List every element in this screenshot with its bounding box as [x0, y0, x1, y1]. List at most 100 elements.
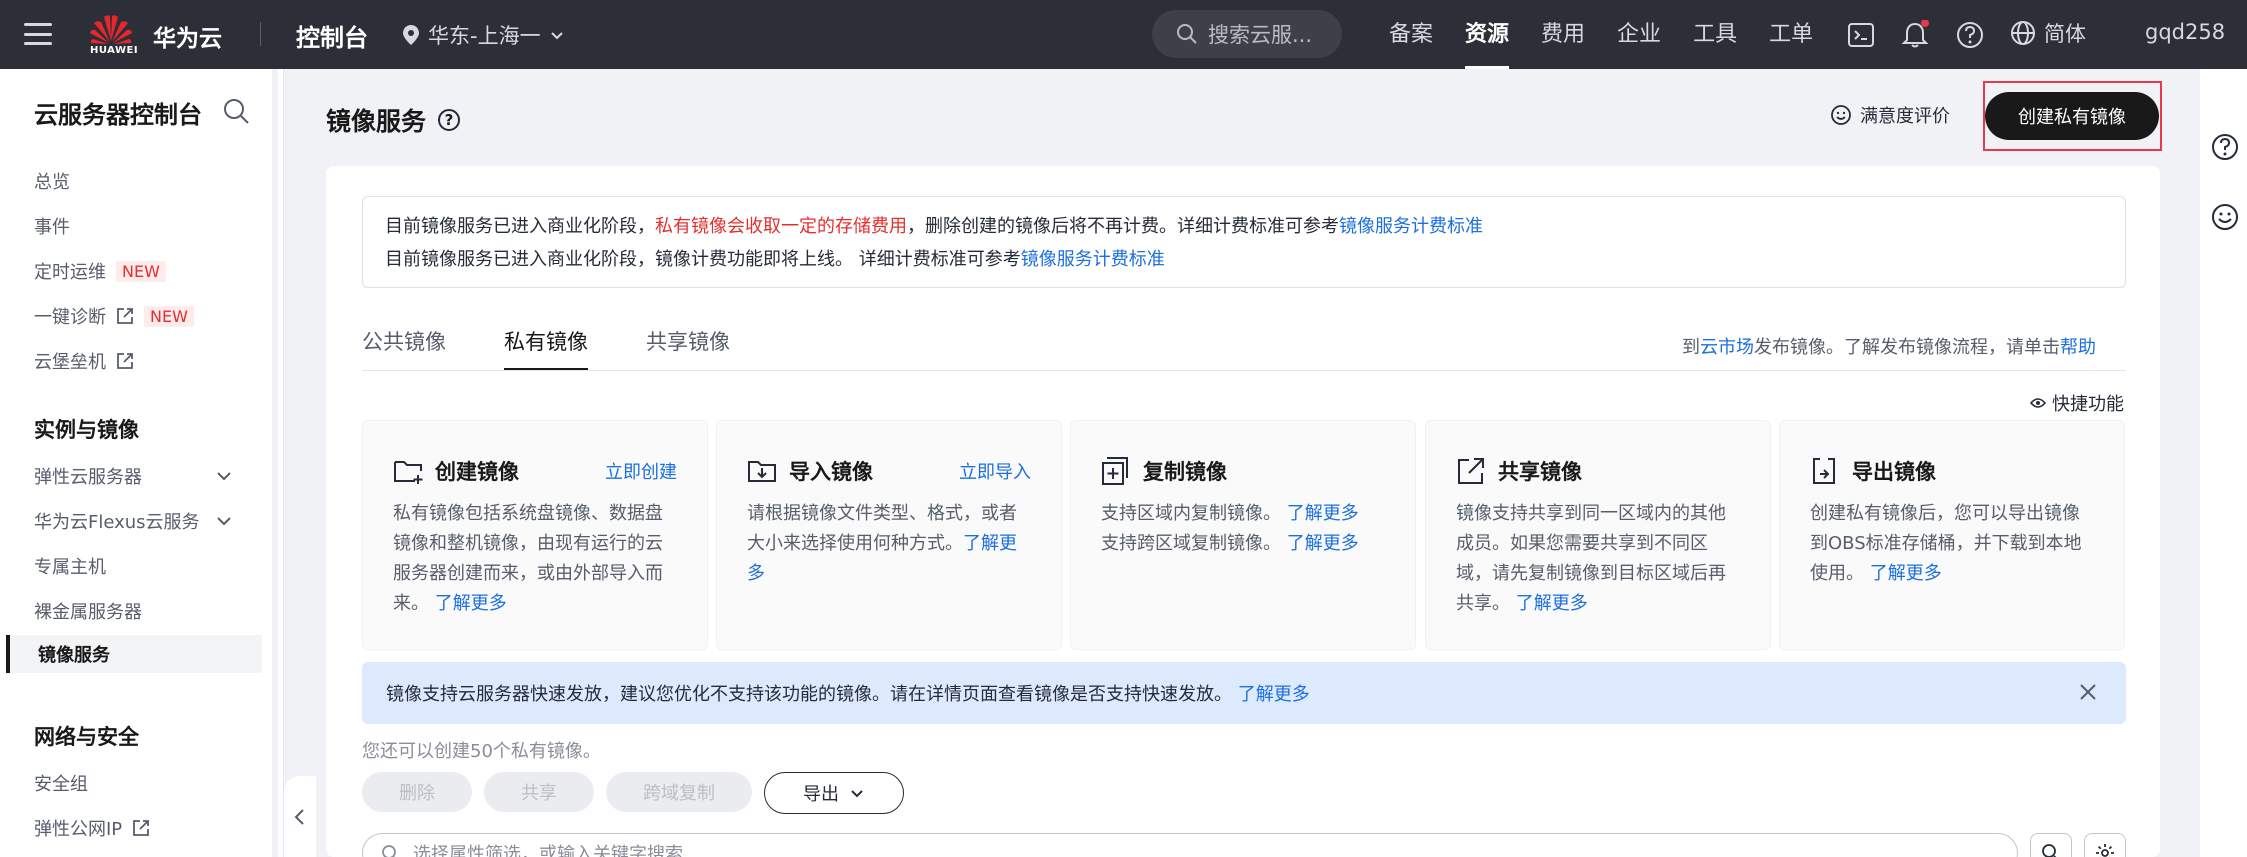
sidebar-item-bastion[interactable]: 云堡垒机	[34, 348, 134, 374]
chevron-down-icon[interactable]	[216, 513, 232, 529]
create-private-image-button[interactable]: 创建私有镜像	[1985, 92, 2159, 140]
folder-import-icon	[748, 461, 776, 482]
nav-tools[interactable]: 工具	[1682, 0, 1748, 69]
help-icon[interactable]	[2210, 132, 2240, 162]
quota-text: 您还可以创建50个私有镜像。	[362, 741, 601, 762]
sidebar-item-ecs[interactable]: 弹性云服务器	[34, 463, 142, 489]
region-label: 华东-上海一	[428, 24, 541, 48]
tab-public-images[interactable]: 公共镜像	[362, 326, 446, 371]
learn-more-link[interactable]: 了解更多	[1287, 503, 1359, 524]
new-badge: NEW	[144, 305, 194, 327]
help-icon[interactable]: ?	[438, 109, 461, 131]
sidebar-item-events[interactable]: 事件	[34, 213, 70, 239]
sidebar-item-flexus[interactable]: 华为云Flexus云服务	[34, 508, 200, 534]
sidebar-item-dedicated-host[interactable]: 专属主机	[34, 553, 106, 579]
notification-bell-icon[interactable]	[1900, 20, 1930, 50]
language-selector[interactable]: 简体	[2010, 18, 2086, 48]
banner-text: 镜像支持云服务器快速发放，建议您优化不支持该功能的镜像。请在详情页面查看镜像是否…	[386, 684, 1232, 705]
feature-title: 共享镜像	[1498, 460, 1582, 484]
learn-more-link[interactable]: 了解更多	[1287, 533, 1359, 554]
export-dropdown-button[interactable]: 导出	[764, 772, 904, 814]
sidebar-title: 云服务器控制台	[34, 101, 202, 129]
sidebar-item-eip[interactable]: 弹性公网IP	[34, 815, 150, 841]
delete-button[interactable]: 删除	[362, 772, 472, 812]
satisfaction-label: 满意度评价	[1860, 106, 1950, 127]
hamburger-menu-icon[interactable]	[24, 20, 52, 48]
sidebar-item-bare-metal[interactable]: 裸金属服务器	[34, 598, 142, 624]
feature-card-copy-image: 复制镜像 支持区域内复制镜像。 了解更多 支持跨区域复制镜像。 了解更多	[1070, 420, 1416, 650]
settings-button[interactable]	[2084, 833, 2126, 857]
billing-standard-link[interactable]: 镜像服务计费标准	[1339, 216, 1483, 237]
share-icon	[1458, 458, 1484, 484]
location-pin-icon	[403, 25, 419, 45]
sidebar-item-image-service[interactable]: 镜像服务	[6, 635, 262, 673]
smiley-icon	[1831, 105, 1851, 125]
sidebar-item-label: 弹性公网IP	[34, 819, 123, 840]
page-title-text: 镜像服务	[326, 107, 427, 136]
image-type-tabs: 公共镜像 私有镜像 共享镜像	[362, 326, 730, 371]
sidebar-item-security-group[interactable]: 安全组	[34, 770, 88, 796]
close-icon[interactable]	[2076, 680, 2100, 704]
nav-tickets[interactable]: 工单	[1758, 0, 1824, 69]
share-button[interactable]: 共享	[484, 772, 594, 812]
fast-provisioning-banner: 镜像支持云服务器快速发放，建议您优化不支持该功能的镜像。请在详情页面查看镜像是否…	[362, 662, 2126, 724]
learn-more-link[interactable]: 了解更多	[435, 593, 507, 614]
nav-resources[interactable]: 资源	[1454, 0, 1520, 69]
sidebar-collapse-button[interactable]	[284, 776, 316, 857]
notice-text: 目前镜像服务已进入商业化阶段，	[385, 216, 655, 237]
global-search-input[interactable]: 搜索云服...	[1152, 10, 1342, 58]
tab-shared-images[interactable]: 共享镜像	[646, 326, 730, 371]
nav-filing[interactable]: 备案	[1378, 0, 1444, 69]
external-link-icon	[133, 820, 150, 836]
billing-standard-link[interactable]: 镜像服务计费标准	[1021, 249, 1165, 270]
sidebar-group-instances: 实例与镜像	[34, 418, 139, 442]
globe-icon	[2011, 21, 2035, 45]
quick-features-label: 快捷功能	[2052, 394, 2124, 415]
sidebar-item-diagnosis[interactable]: 一键诊断 NEW	[34, 303, 194, 329]
marketplace-link[interactable]: 云市场	[1700, 337, 1754, 358]
sidebar-scrollbar[interactable]	[272, 69, 278, 857]
help-icon[interactable]	[1955, 20, 1985, 50]
learn-more-link[interactable]: 了解更多	[1870, 563, 1942, 584]
chevron-down-icon	[550, 32, 563, 40]
feature-card-import-image: 导入镜像 立即导入 请根据镜像文件类型、格式，或者大小来选择使用何种方式。了解更…	[716, 420, 1062, 650]
notice-line-1: 目前镜像服务已进入商业化阶段，私有镜像会收取一定的存储费用，删除创建的镜像后将不…	[385, 210, 2125, 243]
search-button[interactable]	[2030, 833, 2072, 857]
chevron-down-icon[interactable]	[216, 468, 232, 484]
import-now-link[interactable]: 立即导入	[959, 458, 1031, 484]
help-link[interactable]: 帮助	[2060, 337, 2096, 358]
notice-text: 目前镜像服务已进入商业化阶段，镜像计费功能即将上线。 详细计费标准可参考	[385, 249, 1021, 270]
feedback-smiley-icon[interactable]	[2210, 202, 2240, 232]
learn-more-link[interactable]: 了解更多	[1516, 593, 1588, 614]
terminal-icon[interactable]	[1846, 20, 1876, 50]
feature-description: 创建私有镜像后，您可以导出镜像到OBS标准存储桶，并下载到本地使用。	[1810, 503, 2082, 584]
user-account-menu[interactable]: gqd258	[2145, 20, 2225, 44]
notice-highlight: 私有镜像会收取一定的存储费用	[655, 216, 907, 237]
quick-features-toggle[interactable]: 快捷功能	[2030, 390, 2124, 416]
console-link[interactable]: 控制台	[296, 18, 368, 53]
copy-icon	[1102, 457, 1128, 485]
brand-name[interactable]: 华为云	[153, 19, 222, 53]
learn-more-link[interactable]: 了解更多	[1238, 680, 1310, 706]
nav-enterprise[interactable]: 企业	[1606, 0, 1672, 69]
sidebar-item-scheduled-ops[interactable]: 定时运维 NEW	[34, 258, 166, 284]
region-selector[interactable]: 华东-上海一	[402, 20, 565, 50]
sidebar-search-icon[interactable]	[222, 97, 250, 125]
feature-title: 导入镜像	[789, 460, 873, 484]
filter-search-input[interactable]: 选择属性筛选，或输入关键字搜索	[362, 833, 2018, 857]
sidebar-item-label: 一键诊断	[34, 307, 106, 328]
search-icon	[1177, 24, 1197, 44]
cross-region-copy-button[interactable]: 跨域复制	[606, 772, 752, 812]
tab-private-images[interactable]: 私有镜像	[504, 326, 588, 371]
feature-card-export-image: 导出镜像 创建私有镜像后，您可以导出镜像到OBS标准存储桶，并下载到本地使用。 …	[1779, 420, 2125, 650]
sidebar-item-overview[interactable]: 总览	[34, 168, 70, 194]
divider	[260, 22, 261, 46]
satisfaction-rating-link[interactable]: 满意度评价	[1830, 102, 1950, 128]
notice-line-2: 目前镜像服务已进入商业化阶段，镜像计费功能即将上线。 详细计费标准可参考镜像服务…	[385, 243, 2125, 276]
chevron-down-icon	[851, 790, 863, 798]
nav-billing[interactable]: 费用	[1530, 0, 1596, 69]
create-now-link[interactable]: 立即创建	[605, 458, 677, 484]
feature-title: 创建镜像	[435, 460, 519, 484]
language-label: 简体	[2044, 22, 2086, 46]
external-link-icon	[117, 353, 133, 369]
